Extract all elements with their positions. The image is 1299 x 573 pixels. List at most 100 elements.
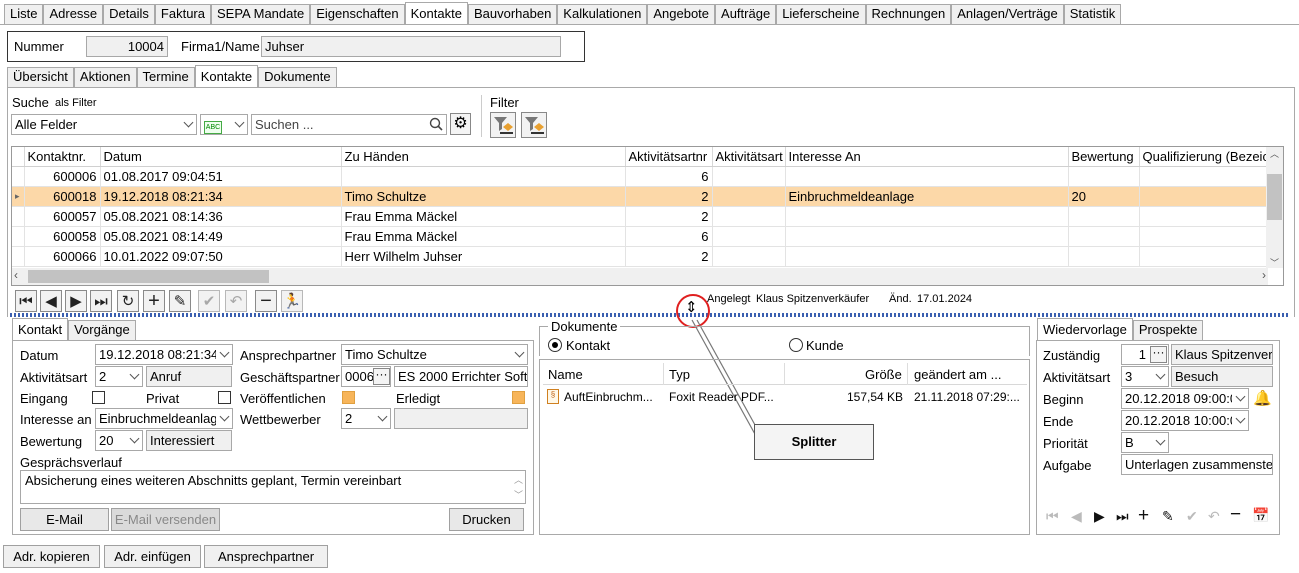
add-icon[interactable]: + bbox=[1138, 505, 1149, 527]
tab-dokumente[interactable]: Dokumente bbox=[258, 67, 337, 87]
splitter-bar[interactable] bbox=[10, 313, 1290, 317]
table-row[interactable]: 600006 01.08.2017 09:04:51 6 bbox=[12, 166, 1269, 187]
col-header-zu-haenden[interactable]: Zu Händen bbox=[341, 147, 626, 167]
col-header-aktivitaetsart[interactable]: Aktivitätsart bbox=[712, 147, 786, 167]
first-record-icon[interactable]: ⏮ bbox=[1046, 508, 1059, 525]
eingang-checkbox[interactable] bbox=[92, 391, 105, 404]
search-input[interactable]: Suchen ... bbox=[251, 114, 447, 135]
tab-termine[interactable]: Termine bbox=[136, 67, 195, 87]
tab-eigenschaften[interactable]: Eigenschaften bbox=[310, 4, 405, 24]
datum-field[interactable]: 19.12.2018 08:21:34 bbox=[95, 344, 233, 365]
tab-statistik[interactable]: Statistik bbox=[1063, 4, 1122, 24]
list-item[interactable]: § AuftEinbruchm... Foxit Reader PDF... 1… bbox=[543, 387, 1027, 407]
adr-einfuegen-button[interactable]: Adr. einfügen bbox=[104, 545, 201, 568]
beginn-field[interactable]: 20.12.2018 09:00:0 bbox=[1121, 388, 1249, 409]
col-header-interesse-an[interactable]: Interesse An bbox=[785, 147, 1069, 167]
tab-anlagen-vertraege[interactable]: Anlagen/Verträge bbox=[951, 4, 1064, 24]
table-row[interactable]: 600058 05.08.2021 08:14:49 Frau Emma Mäcke… bbox=[12, 226, 1269, 247]
ellipsis-icon[interactable]: ··· bbox=[1150, 346, 1167, 363]
vertical-scroll-thumb[interactable] bbox=[1267, 174, 1282, 220]
wettbewerber-select[interactable]: 2 bbox=[341, 408, 391, 429]
doc-col-typ[interactable]: Typ bbox=[669, 367, 690, 382]
col-header-datum[interactable]: Datum bbox=[100, 147, 342, 167]
edit-icon[interactable]: ✎ bbox=[169, 290, 191, 312]
scroll-up-icon[interactable]: ︿ bbox=[1266, 147, 1283, 159]
print-button[interactable]: Drucken bbox=[449, 508, 524, 531]
ansprechpartner-button[interactable]: Ansprechpartner bbox=[204, 545, 328, 568]
tab-faktura[interactable]: Faktura bbox=[154, 4, 211, 24]
last-record-icon[interactable]: ⏭ bbox=[90, 290, 112, 312]
table-row[interactable]: 600066 10.01.2022 09:07:50 Herr Wilhelm Ju… bbox=[12, 246, 1269, 267]
tab-kontakt[interactable]: Kontakt bbox=[12, 318, 69, 340]
tab-angebote[interactable]: Angebote bbox=[647, 4, 716, 24]
confirm-icon[interactable]: ✔ bbox=[198, 290, 220, 312]
search-field-select[interactable]: Alle Felder bbox=[11, 114, 197, 135]
col-header-aktivitaetsartnr[interactable]: Aktivitätsartnr bbox=[625, 147, 713, 167]
erledigt-checkbox[interactable] bbox=[512, 391, 525, 404]
delete-icon[interactable]: − bbox=[255, 290, 277, 312]
tab-auftraege[interactable]: Aufträge bbox=[715, 4, 777, 24]
tab-kontakte[interactable]: Kontakte bbox=[404, 2, 468, 24]
tab-uebersicht[interactable]: Übersicht bbox=[7, 67, 74, 87]
tab-sub-kontakte[interactable]: Kontakte bbox=[194, 65, 259, 87]
filter-remove-icon[interactable] bbox=[521, 112, 547, 138]
scroll-right-icon[interactable]: › bbox=[1262, 268, 1266, 282]
undo-icon[interactable]: ↶ bbox=[1208, 508, 1220, 525]
add-icon[interactable]: + bbox=[143, 290, 165, 312]
filter-add-icon[interactable] bbox=[490, 112, 516, 138]
interesse-select[interactable]: Einbruchmeldeanlag bbox=[95, 408, 233, 429]
edit-icon[interactable]: ✎ bbox=[1162, 508, 1174, 525]
col-header-kontaktnr[interactable]: Kontaktnr. bbox=[24, 147, 101, 167]
tab-bauvorhaben[interactable]: Bauvorhaben bbox=[467, 4, 558, 24]
confirm-icon[interactable]: ✔ bbox=[1186, 508, 1198, 525]
tab-sepa-mandate[interactable]: SEPA Mandate bbox=[211, 4, 311, 24]
last-record-icon[interactable]: ⏭ bbox=[1116, 508, 1129, 525]
radio-kunde[interactable] bbox=[789, 338, 803, 352]
bewertung-nr-select[interactable]: 20 bbox=[95, 430, 143, 451]
scroll-left-icon[interactable]: ‹ bbox=[14, 268, 18, 282]
tab-vorgaenge[interactable]: Vorgänge bbox=[68, 320, 136, 340]
prio-select[interactable]: B bbox=[1121, 432, 1169, 453]
ellipsis-icon[interactable]: ··· bbox=[373, 368, 390, 385]
first-record-icon[interactable]: ⏮ bbox=[15, 290, 37, 312]
tab-lieferscheine[interactable]: Lieferscheine bbox=[776, 4, 866, 24]
col-header-bewertung[interactable]: Bewertung bbox=[1068, 147, 1140, 167]
ansprechpartner-select[interactable]: Timo Schultze bbox=[341, 344, 528, 365]
previous-record-icon[interactable]: ◀ bbox=[40, 290, 62, 312]
tab-details[interactable]: Details bbox=[103, 4, 155, 24]
doc-col-groesse[interactable]: Größe bbox=[865, 367, 902, 382]
firma-field[interactable]: Juhser bbox=[261, 36, 561, 57]
gespraechsverlauf-textarea[interactable]: Absicherung eines weiteren Abschnitts ge… bbox=[20, 470, 526, 504]
gear-icon[interactable]: ⚙ bbox=[450, 113, 471, 135]
doc-col-name[interactable]: Name bbox=[548, 367, 583, 382]
nummer-field[interactable]: 10004 bbox=[86, 36, 168, 57]
undo-icon[interactable]: ↶ bbox=[225, 290, 247, 312]
tab-aktionen[interactable]: Aktionen bbox=[73, 67, 137, 87]
table-row-selected[interactable]: ▸ 600018 19.12.2018 08:21:34 Timo Schultze 2… bbox=[12, 186, 1269, 207]
adr-kopieren-button[interactable]: Adr. kopieren bbox=[3, 545, 100, 568]
horizontal-scrollbar[interactable]: ‹ › bbox=[12, 268, 1268, 285]
tab-adresse[interactable]: Adresse bbox=[43, 4, 104, 24]
vertical-scrollbar[interactable]: ︿ ﹀ bbox=[1266, 147, 1283, 268]
aktart-nr-select[interactable]: 2 bbox=[95, 366, 143, 387]
refresh-icon[interactable]: ↻ bbox=[117, 290, 139, 312]
wv-aktart-select[interactable]: 3 bbox=[1121, 366, 1169, 387]
ende-field[interactable]: 20.12.2018 10:00:0 bbox=[1121, 410, 1249, 431]
aufgabe-field[interactable]: Unterlagen zusammenste bbox=[1121, 454, 1273, 475]
next-record-icon[interactable]: ▶ bbox=[65, 290, 87, 312]
email-button[interactable]: E-Mail bbox=[20, 508, 109, 531]
search-icon[interactable] bbox=[429, 117, 443, 131]
next-record-icon[interactable]: ▶ bbox=[1094, 508, 1105, 525]
delete-icon[interactable]: − bbox=[1230, 504, 1241, 526]
scroll-down-icon[interactable]: ﹀ bbox=[1266, 256, 1283, 268]
scroll-up-icon[interactable]: ︿ bbox=[514, 473, 523, 486]
calendar-icon[interactable]: 📅 bbox=[1252, 507, 1269, 524]
privat-checkbox[interactable] bbox=[218, 391, 231, 404]
col-header-qualifizierung[interactable]: Qualifizierung (Bezeic bbox=[1139, 147, 1269, 167]
alarm-bell-icon[interactable]: 🔔 bbox=[1253, 389, 1272, 407]
doc-col-geaendert[interactable]: geändert am ... bbox=[914, 367, 1001, 382]
veroeffentlichen-checkbox[interactable] bbox=[342, 391, 355, 404]
horizontal-scroll-thumb[interactable] bbox=[28, 270, 269, 283]
radio-kontakt[interactable] bbox=[548, 338, 562, 352]
scroll-down-icon[interactable]: ﹀ bbox=[514, 488, 523, 501]
